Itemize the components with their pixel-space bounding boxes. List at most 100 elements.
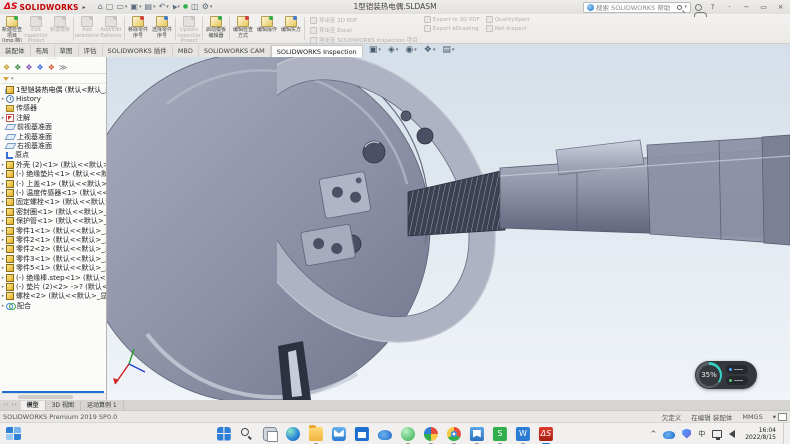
help-button[interactable]: ?	[706, 0, 719, 14]
tree-item[interactable]: ▸密封圈<1> (默认<<默认>_显示状	[0, 207, 106, 216]
tab-草图[interactable]: 草图	[55, 45, 79, 57]
display-tray-icon[interactable]	[712, 430, 722, 438]
file-properties-icon[interactable]: ◫	[191, 2, 199, 12]
taskview-icon[interactable]	[263, 427, 277, 441]
tree-item[interactable]: ▸History	[0, 94, 106, 103]
ime-indicator[interactable]: 中	[698, 429, 705, 439]
save-icon[interactable]: ▣▾	[130, 2, 141, 12]
help-dropdown[interactable]: ·	[723, 0, 736, 14]
security-shield-icon[interactable]	[682, 429, 691, 439]
panel-tabs-overflow-icon[interactable]: ≫	[59, 63, 67, 73]
tree-item[interactable]: ▸螺栓<2> (默认<<默认>_显示状态	[0, 292, 106, 301]
tray-chevron-icon[interactable]: ^	[650, 430, 656, 438]
propertymanager-tab-icon[interactable]: ❖	[14, 63, 21, 73]
tree-item[interactable]: ▸注解	[0, 113, 106, 122]
dropdown-arrow-icon[interactable]: ▾	[153, 2, 156, 12]
edit-measurement-icon[interactable]	[285, 16, 297, 27]
hide-show-items-icon[interactable]: ◉▾	[405, 45, 416, 55]
tree-item[interactable]: ▸(-) 绝缘垫片<1> (默认<<默认>_显	[0, 170, 106, 179]
tree-item[interactable]: ▸(-) 垫片 (2)<2> ->? (默认<<默认	[0, 282, 106, 291]
rebuild-icon[interactable]: ●	[183, 2, 188, 12]
search-icon[interactable]	[677, 5, 682, 10]
ribbon-button-9[interactable]: 启动模板编辑器	[204, 15, 228, 42]
chrome-icon[interactable]	[447, 427, 461, 441]
tab-mbd[interactable]: MBD	[173, 45, 199, 57]
onedrive-tray-icon[interactable]	[663, 431, 675, 439]
featuremanager-tab-icon[interactable]: ❖	[3, 63, 10, 73]
tree-item[interactable]: 原点	[0, 151, 106, 160]
edit-operations-icon[interactable]	[261, 16, 273, 27]
ribbon-button-11[interactable]: 编辑操作	[255, 15, 279, 42]
tree-item[interactable]: ▸(-) 绝缘棒.step<1> (默认<<默认>	[0, 273, 106, 282]
widgets-icon[interactable]	[6, 427, 21, 440]
tree-filter-row[interactable]: ▾	[0, 74, 106, 84]
edit-appearance-icon[interactable]: ❖▾	[424, 45, 436, 55]
tree-item[interactable]: ▸(-) 上盖<1> (默认<<默认>_显示状	[0, 179, 106, 188]
tree-item[interactable]: ▸外壳 (2)<1> (默认<<默认>_显示状	[0, 160, 106, 169]
menu-expand-arrow-icon[interactable]: ▸	[83, 4, 86, 11]
launch-template-editor-icon[interactable]	[210, 16, 222, 27]
solidworks-icon[interactable]: ΔS	[539, 427, 553, 441]
open-icon[interactable]: ▭▾	[116, 2, 127, 12]
explorer-icon[interactable]	[309, 427, 323, 441]
dropdown-arrow-icon[interactable]: ▾	[210, 2, 213, 12]
dimxpertmanager-tab-icon[interactable]: ❖	[37, 63, 44, 73]
tree-item[interactable]: 1型铠装热电偶 (默认<默认_显示状态-1	[0, 85, 106, 94]
configurationmanager-tab-icon[interactable]: ❖	[25, 63, 32, 73]
tree-item[interactable]: ▸配合	[0, 301, 106, 310]
displaymanager-tab-icon[interactable]: ❖	[48, 63, 55, 73]
help-search-box[interactable]: 搜索 SOLIDWORKS 帮助 ▾	[583, 2, 691, 13]
browser-360-icon[interactable]	[401, 427, 415, 441]
print-icon[interactable]: ▤▾	[144, 2, 155, 12]
graphics-viewport[interactable]: ◎◪▾▣▾◈▾◉▾❖▾▤▾ 35%	[107, 44, 790, 400]
tree-item[interactable]: ▸零件2<2> (默认<<默认>_显示状态	[0, 245, 106, 254]
undo-icon[interactable]: ↶▾	[159, 2, 169, 12]
clock[interactable]: 16:04 2022/8/15	[742, 427, 776, 441]
tree-item[interactable]: ▸零件3<1> (默认<<默认>_显示状态	[0, 254, 106, 263]
widget-button-bottom[interactable]	[726, 376, 748, 385]
filter-dropdown-icon[interactable]: ▾	[11, 76, 14, 82]
dropdown-arrow-icon[interactable]: ▾	[433, 47, 436, 53]
select-balloons-icon[interactable]	[156, 16, 168, 27]
tree-item[interactable]: 前视基准面	[0, 123, 106, 132]
new-document-icon[interactable]: ▢	[106, 2, 114, 12]
scrollbar-thumb[interactable]	[18, 395, 73, 399]
wps-icon[interactable]: W	[516, 427, 530, 441]
doc-tab-模型[interactable]: 模型	[21, 401, 46, 410]
tree-item[interactable]: ▸零件5<1> (默认<<默认>_显示状态	[0, 263, 106, 272]
tab-solidworks-插件[interactable]: SOLIDWORKS 插件	[103, 45, 173, 57]
solidworks-logo[interactable]: ΔS SOLIDWORKS ▸	[0, 0, 90, 14]
view-orientation-icon[interactable]: ▣▾	[369, 45, 381, 55]
dropdown-arrow-icon[interactable]: ▾	[452, 47, 455, 53]
mail-icon[interactable]	[332, 427, 346, 441]
doc-tab-3D-视图[interactable]: 3D 视图	[46, 401, 81, 410]
ribbon-button-12[interactable]: 编辑实方	[279, 15, 303, 42]
volume-icon[interactable]	[729, 430, 735, 438]
remove-balloons-icon[interactable]	[132, 16, 144, 27]
store-icon[interactable]	[355, 427, 369, 441]
ribbon-button-7[interactable]: 选择零件序号	[150, 15, 174, 42]
ribbon-button-6[interactable]: 移除零件序号	[126, 15, 150, 42]
search-icon[interactable]	[240, 427, 254, 441]
apply-scene-icon[interactable]: ▤▾	[442, 45, 454, 55]
dropdown-arrow-icon[interactable]: ▾	[396, 47, 399, 53]
tree-item[interactable]: 上视基准面	[0, 132, 106, 141]
onedrive-icon[interactable]	[378, 430, 392, 440]
search-dropdown-icon[interactable]: ▾	[684, 4, 687, 10]
tree-item[interactable]: ▸零件1<1> (默认<<默认>_显示状态	[0, 226, 106, 235]
tab-布局[interactable]: 布局	[31, 45, 55, 57]
tab-solidworks-cam[interactable]: SOLIDWORKS CAM	[199, 45, 271, 57]
dropdown-arrow-icon[interactable]: ▾	[378, 47, 381, 53]
tab-solidworks-inspection[interactable]: SOLIDWORKS Inspection	[271, 45, 363, 57]
panel-horizontal-scrollbar[interactable]	[0, 393, 106, 400]
doc-tab-运动算例-1[interactable]: 运动算例 1	[81, 401, 124, 410]
tab-装配体[interactable]: 装配体	[0, 45, 31, 57]
ribbon-button-10[interactable]: 编辑检查方式	[231, 15, 255, 42]
ribbon-button-1[interactable]: 新建检查项目 (imp:档)	[0, 15, 24, 42]
tree-item[interactable]: ▸(-) 温度传感器<1> (默认<<默认>_	[0, 188, 106, 197]
restore-button[interactable]: ▭	[757, 0, 770, 14]
edge-icon[interactable]	[286, 427, 300, 441]
dropdown-arrow-icon[interactable]: ▾	[139, 2, 142, 12]
dropdown-arrow-icon[interactable]: ▾	[414, 47, 417, 53]
reader-icon[interactable]	[470, 427, 484, 441]
